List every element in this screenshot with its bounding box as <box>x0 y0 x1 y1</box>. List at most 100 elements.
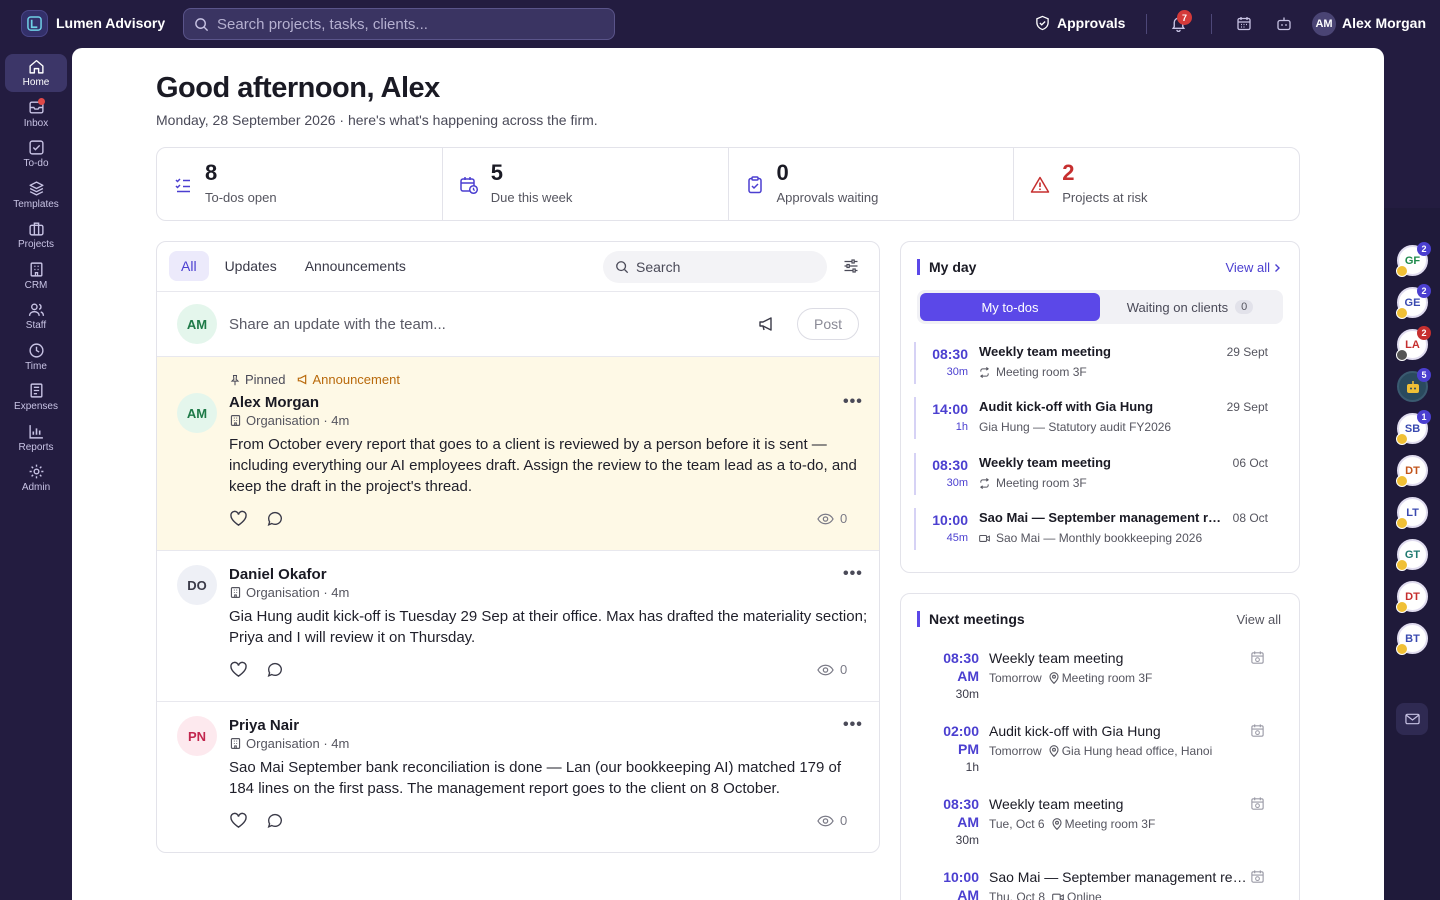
card-title: My day <box>917 259 976 275</box>
view-all-link[interactable]: View all <box>1225 260 1281 275</box>
meeting-time: 02:00 <box>943 723 979 739</box>
feed-search-input[interactable]: Search <box>603 251 827 283</box>
item-duration: 45m <box>946 532 968 544</box>
top-bar: Lumen Advisory Search projects, tasks, c… <box>0 0 1440 48</box>
feed-tabs: All Updates Announcements <box>169 251 422 281</box>
nav-item-crm[interactable]: CRM <box>5 257 67 295</box>
briefcase-icon <box>28 222 44 236</box>
star-icon <box>1396 559 1408 571</box>
nav-item-admin[interactable]: Admin <box>5 459 67 497</box>
rail-avatar[interactable]: GE 2 <box>1396 284 1431 319</box>
rail-avatar[interactable]: BT <box>1396 623 1428 655</box>
meeting-item[interactable]: 08:30 AM 30m Weekly team meeting Tomorro… <box>919 650 1283 716</box>
app-logo[interactable] <box>21 10 48 37</box>
comment-icon[interactable] <box>266 812 284 829</box>
tab-waiting-on-clients[interactable]: Waiting on clients 0 <box>1100 293 1280 321</box>
global-search-input[interactable]: Search projects, tasks, clients... <box>183 8 615 40</box>
view-count: 0 <box>840 511 848 526</box>
approvals-button[interactable]: Approvals <box>1035 15 1125 31</box>
post-more-button[interactable]: ••• <box>843 393 863 411</box>
view-all-link[interactable]: View all <box>1236 612 1281 627</box>
meeting-details: Tomorrow Gia Hung head office, Hanoi <box>989 744 1212 758</box>
my-day-tabs: My to-dos Waiting on clients 0 <box>917 290 1283 324</box>
heart-icon[interactable] <box>229 661 248 678</box>
nav-item-staff[interactable]: Staff <box>5 297 67 335</box>
meeting-time: 10:00 <box>943 869 979 885</box>
rail-avatar[interactable]: GT <box>1396 539 1428 571</box>
calendar-button[interactable] <box>1236 15 1252 32</box>
nav-label: Projects <box>17 239 55 250</box>
add-to-calendar-button[interactable] <box>1250 796 1265 811</box>
rail-avatar[interactable]: DT <box>1396 581 1428 613</box>
post-author[interactable]: Daniel Okafor <box>229 566 327 583</box>
pin-icon <box>230 374 240 385</box>
rail-avatar[interactable]: SB 1 <box>1396 410 1431 445</box>
my-day-item[interactable]: 10:00 45m Sao Mai — September management… <box>914 508 1282 550</box>
post-author[interactable]: Priya Nair <box>229 717 299 734</box>
add-to-calendar-button[interactable] <box>1250 723 1265 738</box>
heart-icon[interactable] <box>229 812 248 829</box>
comment-icon[interactable] <box>266 510 284 527</box>
eye-icon <box>817 513 834 524</box>
add-to-calendar-button[interactable] <box>1250 869 1265 884</box>
stat-due-this-week[interactable]: 5 Due this week <box>443 148 729 220</box>
stat-label: Approvals waiting <box>776 190 879 205</box>
tab-updates[interactable]: Updates <box>213 251 289 281</box>
stat-todos-open[interactable]: 8 To-dos open <box>157 148 443 220</box>
add-to-calendar-button[interactable] <box>1250 650 1265 665</box>
nav-item-inbox[interactable]: Inbox <box>5 95 67 133</box>
my-day-item[interactable]: 14:00 1h Audit kick-off with Gia Hung 29… <box>914 397 1282 439</box>
nav-item-reports[interactable]: Reports <box>5 419 67 457</box>
meeting-item[interactable]: 02:00 PM 1h Audit kick-off with Gia Hung… <box>919 723 1283 789</box>
ai-assistant-button[interactable] <box>1276 15 1292 32</box>
meeting-where: Meeting room 3F <box>1061 671 1153 685</box>
stat-approvals-waiting[interactable]: 0 Approvals waiting <box>729 148 1015 220</box>
page-subtitle: Monday, 28 September 2026 · here's what'… <box>156 112 598 128</box>
meeting-item[interactable]: 08:30 AM 30m Weekly team meeting Tue, Oc… <box>919 796 1283 862</box>
nav-item-projects[interactable]: Projects <box>5 216 67 254</box>
meeting-item[interactable]: 10:00 AM Sao Mai — September management … <box>919 869 1283 900</box>
rail-avatar[interactable]: DT <box>1396 455 1428 487</box>
comment-icon[interactable] <box>266 661 284 678</box>
nav-item-expenses[interactable]: Expenses <box>5 378 67 416</box>
nav-item-todo[interactable]: To-do <box>5 135 67 173</box>
rail-avatar[interactable]: 5 <box>1397 368 1431 402</box>
nav-item-templates[interactable]: Templates <box>5 176 67 214</box>
stats-bar: 8 To-dos open 5 Due this week 0 Approval… <box>156 147 1300 221</box>
post-more-button[interactable]: ••• <box>843 716 863 734</box>
post-meta-text: Organisation · 4m <box>246 585 350 600</box>
my-day-item[interactable]: 08:30 30m Weekly team meeting 29 Sept Me… <box>914 342 1282 384</box>
tab-all[interactable]: All <box>169 251 209 281</box>
filter-button[interactable] <box>843 258 859 274</box>
star-icon <box>1396 601 1408 613</box>
post-author[interactable]: Alex Morgan <box>229 394 319 411</box>
stat-label: To-dos open <box>205 190 277 205</box>
stat-projects-at-risk[interactable]: 2 Projects at risk <box>1014 148 1299 220</box>
my-day-item[interactable]: 08:30 30m Weekly team meeting 06 Oct Mee… <box>914 453 1282 495</box>
rail-avatar[interactable]: GF 2 <box>1396 242 1431 277</box>
view-all-label: View all <box>1225 260 1270 275</box>
unread-badge: 2 <box>1417 242 1431 256</box>
stat-value: 5 <box>490 160 503 185</box>
calendar-clock-icon <box>460 177 478 195</box>
composer-input[interactable]: Share an update with the team... <box>229 316 446 333</box>
post-more-button[interactable]: ••• <box>843 565 863 583</box>
announcement-toggle[interactable] <box>758 316 776 332</box>
messages-button[interactable] <box>1396 703 1428 735</box>
nav-item-home[interactable]: Home <box>5 54 67 92</box>
post-button[interactable]: Post <box>797 308 859 340</box>
post-body: Sao Mai September bank reconciliation is… <box>229 759 842 797</box>
nav-item-time[interactable]: Time <box>5 338 67 376</box>
feed-search-placeholder: Search <box>636 259 681 275</box>
tab-label: Waiting on clients <box>1126 299 1229 315</box>
rail-avatar[interactable]: LA 2 <box>1396 326 1431 361</box>
tab-my-todos[interactable]: My to-dos <box>920 293 1100 321</box>
robot-icon <box>1277 17 1291 31</box>
avatar-initials: DT <box>1405 590 1420 603</box>
user-avatar[interactable]: AM <box>1312 12 1336 36</box>
tab-announcements[interactable]: Announcements <box>293 251 418 281</box>
rail-avatar[interactable]: LT <box>1396 497 1428 529</box>
heart-icon[interactable] <box>229 510 248 527</box>
user-name[interactable]: Alex Morgan <box>1342 15 1426 31</box>
item-date: 06 Oct <box>1232 456 1268 470</box>
